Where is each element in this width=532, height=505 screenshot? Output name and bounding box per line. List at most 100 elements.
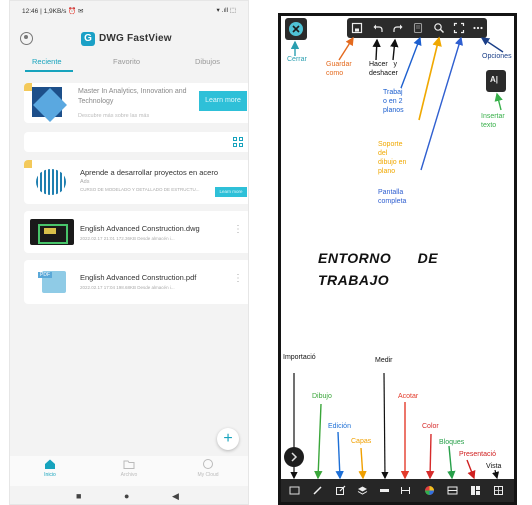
ad-corner-badge bbox=[24, 83, 32, 91]
system-navigation: ■ ● ◀ bbox=[10, 489, 248, 504]
label-vista: Vista bbox=[486, 463, 502, 470]
nav-my-cloud[interactable]: My Cloud bbox=[188, 458, 228, 478]
promo-learn-more-button[interactable]: Learn more bbox=[215, 187, 247, 197]
edit-icon[interactable] bbox=[335, 485, 346, 496]
home-button-icon[interactable]: ● bbox=[124, 491, 129, 501]
arrow-trabajo bbox=[400, 36, 422, 89]
arrow-dibujo bbox=[314, 403, 323, 480]
more-options-icon[interactable]: ⋮ bbox=[233, 225, 243, 235]
status-time: 12:46 | 1,9KB/s ⏰ ✉ bbox=[22, 8, 84, 15]
app-title: DWG FastView bbox=[99, 33, 172, 44]
label-bloques: Bloques bbox=[439, 439, 465, 446]
ad-subtext: Descubre más sobre las más bbox=[78, 113, 150, 119]
label-edicion: Edición bbox=[328, 423, 351, 430]
tab-favorito[interactable]: Favorito bbox=[113, 57, 140, 66]
main-title-line2: TRABAJO bbox=[318, 272, 390, 288]
import-icon[interactable] bbox=[289, 485, 300, 496]
dwg-file-thumbnail bbox=[30, 219, 74, 245]
arrow-vista bbox=[492, 469, 500, 480]
promo-card[interactable]: Aprende a desarrollar proyectos en acero… bbox=[24, 160, 248, 204]
nav-label: Inicio bbox=[44, 472, 56, 478]
arrow-medir bbox=[381, 372, 389, 480]
tab-dibujos[interactable]: Dibujos bbox=[195, 57, 220, 66]
arrow-opciones bbox=[480, 37, 504, 53]
file-name: English Advanced Construction.pdf bbox=[80, 273, 197, 282]
bottom-toolbar bbox=[281, 479, 514, 502]
cloud-icon bbox=[203, 459, 213, 469]
promo-globe-image bbox=[30, 169, 74, 195]
app-logo-icon: G bbox=[81, 32, 95, 46]
label-soporte-dibujo: Soporte del dibujo en plano bbox=[378, 141, 407, 175]
file-name: English Advanced Construction.dwg bbox=[80, 224, 200, 233]
arrow-pantalla bbox=[420, 36, 463, 171]
recents-icon[interactable]: ■ bbox=[76, 491, 81, 501]
label-color: Color bbox=[422, 423, 439, 430]
file-row-pdf[interactable]: English Advanced Construction.pdf 2022.0… bbox=[24, 260, 248, 304]
back-icon[interactable]: ◀ bbox=[172, 491, 179, 502]
nav-label: Archivo bbox=[120, 472, 138, 478]
file-meta: 2022.02.17 21:01 172.36KB Desde almacén … bbox=[80, 236, 175, 241]
layout-presentation-icon[interactable] bbox=[470, 485, 481, 496]
arrow-capas bbox=[358, 447, 367, 480]
ad-learn-more-button[interactable]: Learn more bbox=[199, 91, 247, 111]
promo-corner-badge bbox=[24, 160, 32, 168]
label-trabajo-2-planos: Trabaj o en 2 planos bbox=[383, 89, 404, 114]
profile-avatar-icon[interactable] bbox=[20, 32, 33, 45]
label-cerrar: Cerrar bbox=[287, 56, 307, 63]
bottom-navigation: Inicio Archivo My Cloud bbox=[10, 456, 248, 486]
promo-subtitle: CURSO DE MODELADO Y DETALLADO DE ESTRUCT… bbox=[80, 187, 200, 192]
app-bar: G DWG FastView bbox=[10, 23, 248, 47]
more-options-icon[interactable]: ⋮ bbox=[233, 274, 243, 284]
label-insertar-texto: Insertar texto bbox=[481, 113, 505, 129]
active-tab-indicator bbox=[25, 70, 73, 72]
draw-pencil-icon[interactable] bbox=[312, 485, 323, 496]
chevron-right-icon bbox=[291, 452, 298, 462]
nav-label: My Cloud bbox=[197, 472, 219, 478]
blocks-icon[interactable] bbox=[447, 485, 458, 496]
label-dibujo: Dibujo bbox=[312, 393, 332, 400]
label-capas: Capas bbox=[351, 438, 372, 445]
arrow-deshacer-2 bbox=[390, 38, 399, 61]
ad-image bbox=[32, 87, 62, 117]
dimension-icon[interactable] bbox=[400, 485, 411, 496]
status-signals: ▾ .ıll ⬚ bbox=[216, 7, 236, 14]
canvas-root: 12:46 | 1,9KB/s ⏰ ✉ ▾ .ıll ⬚ G DWG FastV… bbox=[0, 0, 532, 505]
arrow-deshacer bbox=[372, 38, 381, 61]
promo-title: Aprende a desarrollar proyectos en acero bbox=[80, 168, 218, 177]
add-file-button[interactable]: + bbox=[217, 428, 239, 450]
tab-reciente[interactable]: Reciente bbox=[32, 57, 62, 66]
label-hacer-deshacer: Hacer y deshacer bbox=[369, 61, 398, 77]
view-icon[interactable] bbox=[493, 485, 504, 496]
file-meta: 2022.02.17 17:04 198.68KB Desde almacén … bbox=[80, 285, 175, 290]
color-palette-icon[interactable] bbox=[424, 485, 435, 496]
folder-icon bbox=[123, 460, 135, 469]
grid-view-icon[interactable] bbox=[233, 137, 243, 147]
phone-screen: 12:46 | 1,9KB/s ⏰ ✉ ▾ .ıll ⬚ G DWG FastV… bbox=[9, 0, 249, 505]
nav-archivo[interactable]: Archivo bbox=[109, 458, 149, 478]
measure-icon[interactable] bbox=[379, 485, 390, 496]
label-presentacion: Presentació bbox=[459, 451, 496, 458]
arrow-color bbox=[425, 433, 435, 480]
main-title-line1: ENTORNO DE bbox=[318, 250, 439, 266]
label-acotar: Acotar bbox=[398, 393, 419, 400]
arrow-presentacion bbox=[466, 459, 476, 480]
arrow-guardar bbox=[338, 36, 354, 61]
label-medir: Medir bbox=[375, 357, 393, 364]
label-opciones: Opciones bbox=[482, 53, 512, 60]
layers-icon[interactable] bbox=[357, 485, 368, 496]
arrow-soporte bbox=[418, 36, 442, 121]
view-toggle-row bbox=[24, 132, 248, 152]
floating-nav-button[interactable] bbox=[284, 447, 304, 467]
file-row-dwg[interactable]: English Advanced Construction.dwg 2022.0… bbox=[24, 211, 248, 253]
arrow-edicion bbox=[335, 431, 344, 480]
drawing-screen: A| Cerrar Guardar como Hacer y deshacer … bbox=[278, 13, 517, 505]
pdf-file-thumbnail bbox=[30, 269, 74, 295]
promo-tag: Ads bbox=[80, 179, 90, 185]
ad-card[interactable]: Master In Analytics, Innovation and Tech… bbox=[24, 83, 248, 123]
label-guardar-como: Guardar como bbox=[326, 61, 352, 77]
ad-text: Master In Analytics, Innovation and Tech… bbox=[78, 88, 187, 105]
label-importacion: Importació bbox=[283, 354, 316, 361]
tab-bar: Reciente Favorito Dibujos bbox=[10, 53, 248, 73]
nav-inicio[interactable]: Inicio bbox=[30, 458, 70, 478]
label-pantalla-completa: Pantalla completa bbox=[378, 189, 407, 205]
